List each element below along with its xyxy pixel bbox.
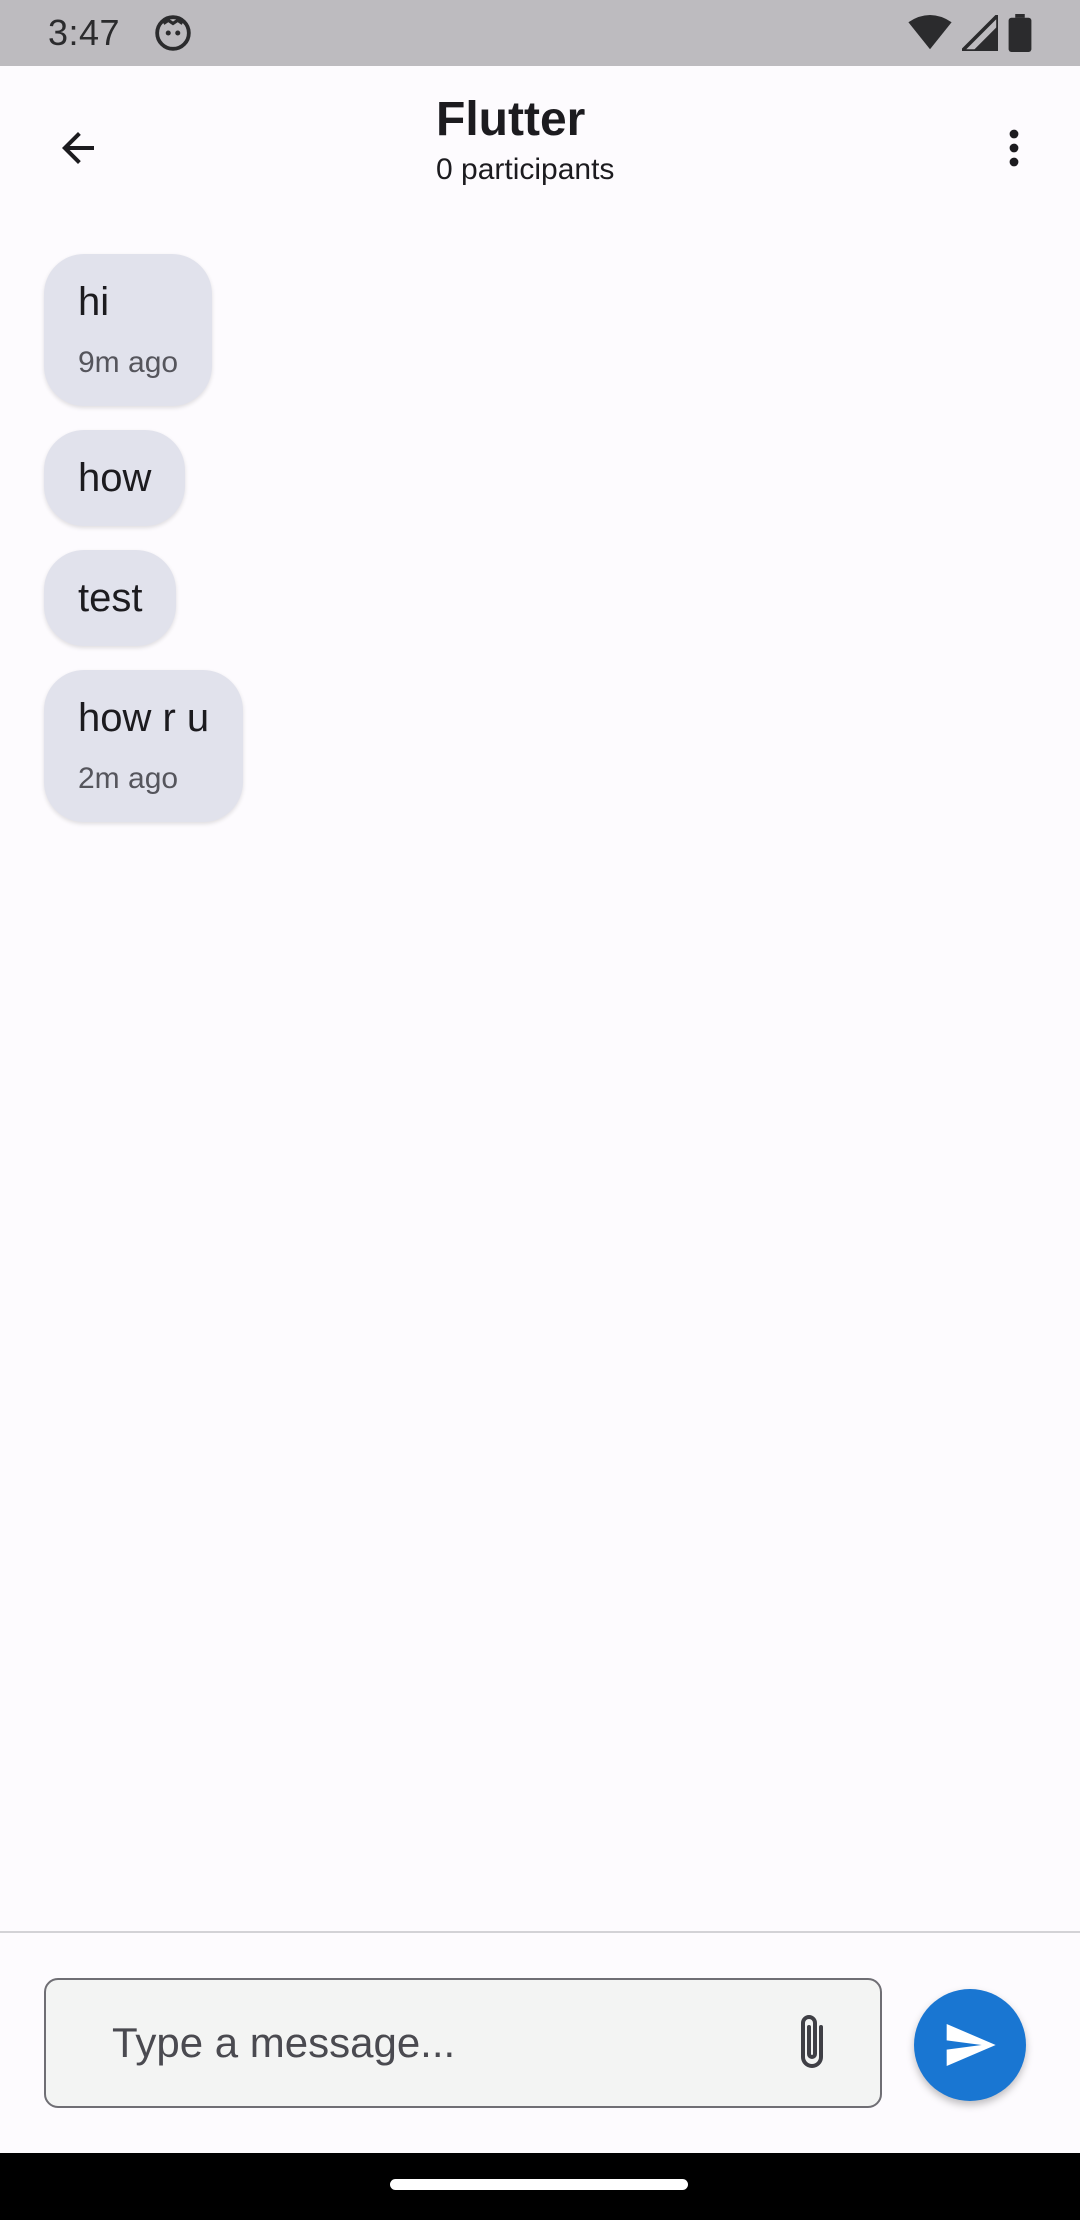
cell-signal-icon xyxy=(962,15,998,51)
message-time: 2m ago xyxy=(78,762,179,795)
message-time: 9m ago xyxy=(78,346,179,379)
message-bubble[interactable]: hi 9m ago xyxy=(44,254,213,406)
more-vert-icon xyxy=(1009,129,1019,167)
message-input[interactable]: Type a message... xyxy=(44,1978,882,2108)
message-list: hi 9m ago how test how r u 2m ago xyxy=(44,254,1044,822)
battery-icon xyxy=(1008,14,1032,52)
back-button[interactable] xyxy=(40,110,116,186)
message-text: how r u xyxy=(78,696,210,740)
page-title: Flutter xyxy=(436,93,586,146)
message-input-placeholder: Type a message... xyxy=(112,2019,456,2066)
message-text: test xyxy=(78,576,143,620)
more-options-button[interactable] xyxy=(976,110,1052,186)
status-bar: 3:47 xyxy=(0,0,1080,66)
chat-title-block: Flutter 0 participants xyxy=(436,93,615,187)
system-nav-bar xyxy=(0,2153,1080,2220)
send-icon xyxy=(946,2024,996,2066)
status-time: 3:47 xyxy=(48,12,121,53)
message-composer: Type a message... xyxy=(0,1933,1080,2153)
message-bubble[interactable]: test xyxy=(44,550,177,646)
participants-count: 0 participants xyxy=(436,152,615,186)
wifi-icon xyxy=(908,15,952,50)
app-bar: Flutter 0 participants xyxy=(0,66,1080,220)
app-notification-icon xyxy=(155,15,191,51)
send-button[interactable] xyxy=(914,1989,1026,2101)
home-indicator[interactable] xyxy=(390,2179,688,2190)
arrow-back-icon xyxy=(62,132,94,164)
message-text: how xyxy=(78,456,152,500)
message-text: hi xyxy=(78,280,110,324)
message-bubble[interactable]: how r u 2m ago xyxy=(44,670,244,822)
message-bubble[interactable]: how xyxy=(44,430,186,526)
paperclip-icon[interactable] xyxy=(788,2011,836,2075)
